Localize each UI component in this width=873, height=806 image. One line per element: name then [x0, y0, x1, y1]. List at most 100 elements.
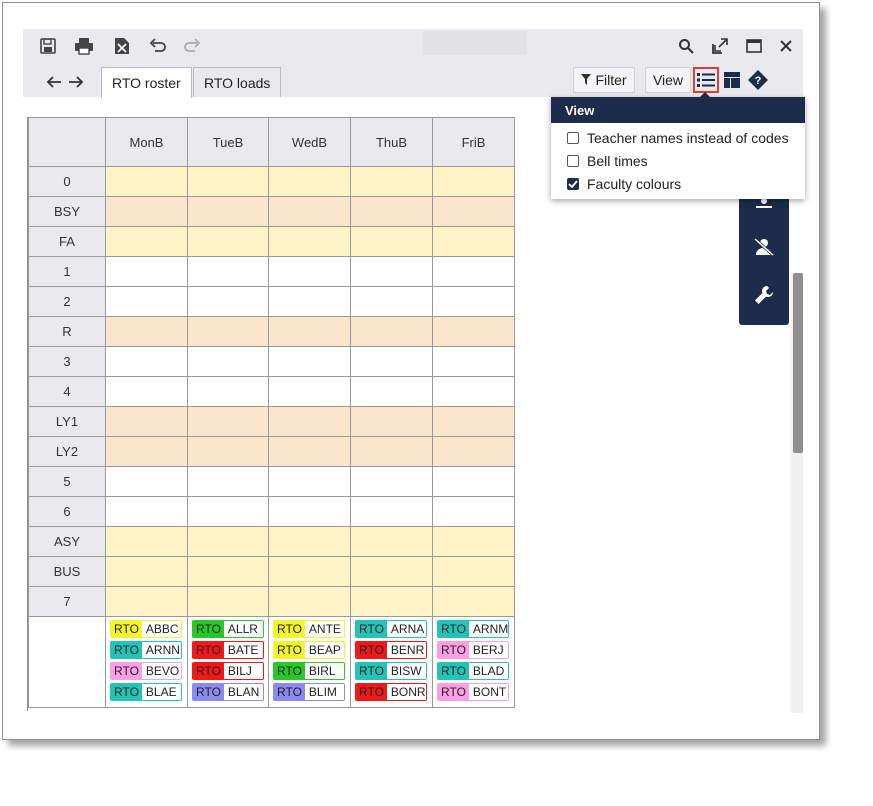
- timetable-cell[interactable]: [350, 166, 433, 197]
- export-icon[interactable]: [111, 35, 133, 57]
- timetable-cell[interactable]: [105, 286, 188, 317]
- timetable-cell[interactable]: [187, 346, 269, 377]
- teacher-chip[interactable]: RTO ARNA: [355, 620, 427, 638]
- layout-icon[interactable]: [719, 67, 745, 93]
- timetable-cell[interactable]: [268, 586, 351, 617]
- list-view-icon[interactable]: [693, 67, 719, 93]
- remove-user-icon[interactable]: [753, 237, 775, 261]
- timetable-cell[interactable]: [105, 256, 188, 287]
- column-header-wedb[interactable]: WedB: [268, 117, 351, 167]
- help-icon[interactable]: ?: [745, 67, 771, 93]
- save-icon[interactable]: [37, 35, 59, 57]
- timetable-cell[interactable]: [105, 376, 188, 407]
- timetable-cell[interactable]: [350, 406, 433, 437]
- print-icon[interactable]: [73, 35, 95, 57]
- timetable-cell[interactable]: [350, 556, 433, 587]
- timetable-cell[interactable]: [187, 436, 269, 467]
- timetable-cell[interactable]: [350, 526, 433, 557]
- timetable-cell[interactable]: [105, 526, 188, 557]
- timetable-cell[interactable]: [105, 586, 188, 617]
- teacher-chip[interactable]: RTO ANTE: [273, 620, 345, 638]
- teacher-chip[interactable]: RTO ALLR: [192, 620, 264, 638]
- timetable-cell[interactable]: [432, 316, 515, 347]
- forward-arrow-icon[interactable]: [65, 71, 87, 93]
- timetable-cell[interactable]: [350, 376, 433, 407]
- timetable-cell[interactable]: [432, 256, 515, 287]
- column-header-frib[interactable]: FriB: [432, 117, 515, 167]
- teacher-chip[interactable]: RTO BENR: [355, 641, 427, 659]
- view-option-faculty-colours[interactable]: Faculty colours: [551, 172, 805, 195]
- timetable-cell[interactable]: [350, 286, 433, 317]
- timetable-cell[interactable]: [268, 226, 351, 257]
- teacher-chip[interactable]: RTO BEAP: [273, 641, 345, 659]
- teacher-chip[interactable]: RTO BILJ: [192, 662, 264, 680]
- timetable-cell[interactable]: [268, 526, 351, 557]
- teacher-chip[interactable]: RTO ARNM: [437, 620, 509, 638]
- timetable-cell[interactable]: [268, 436, 351, 467]
- view-button[interactable]: View: [645, 67, 691, 93]
- timetable-cell[interactable]: [350, 316, 433, 347]
- column-header-monb[interactable]: MonB: [105, 117, 188, 167]
- timetable-cell[interactable]: [268, 556, 351, 587]
- column-header-tueb[interactable]: TueB: [187, 117, 269, 167]
- timetable-cell[interactable]: [187, 316, 269, 347]
- tab-rto-roster[interactable]: RTO roster: [101, 67, 192, 98]
- timetable-cell[interactable]: [105, 556, 188, 587]
- teacher-chip[interactable]: RTO BONR: [355, 683, 427, 701]
- timetable-cell[interactable]: [187, 226, 269, 257]
- wrench-icon[interactable]: [754, 285, 774, 309]
- timetable-cell[interactable]: [350, 436, 433, 467]
- teacher-chip[interactable]: RTO BLIM: [273, 683, 345, 701]
- filter-button[interactable]: Filter: [573, 67, 635, 93]
- timetable-cell[interactable]: [268, 256, 351, 287]
- timetable-cell[interactable]: [105, 346, 188, 377]
- timetable-cell[interactable]: [187, 556, 269, 587]
- timetable-cell[interactable]: [105, 496, 188, 527]
- timetable-cell[interactable]: [432, 166, 515, 197]
- timetable-cell[interactable]: [432, 406, 515, 437]
- undo-icon[interactable]: [147, 35, 169, 57]
- timetable-cell[interactable]: [350, 346, 433, 377]
- teacher-chip[interactable]: RTO BLAE: [110, 683, 182, 701]
- timetable-cell[interactable]: [187, 406, 269, 437]
- view-option-bell-times[interactable]: Bell times: [551, 149, 805, 172]
- view-option-teacher-names-instead-of-codes[interactable]: Teacher names instead of codes: [551, 126, 805, 149]
- teacher-chip[interactable]: RTO BONT: [437, 683, 509, 701]
- redo-icon[interactable]: [181, 35, 203, 57]
- timetable-cell[interactable]: [105, 316, 188, 347]
- back-arrow-icon[interactable]: [43, 71, 65, 93]
- tab-rto-loads[interactable]: RTO loads: [193, 67, 282, 97]
- scrollbar-thumb[interactable]: [793, 273, 803, 453]
- timetable-cell[interactable]: [268, 316, 351, 347]
- teacher-chip[interactable]: RTO BISW: [355, 662, 427, 680]
- timetable-cell[interactable]: [105, 226, 188, 257]
- timetable-cell[interactable]: [432, 586, 515, 617]
- teacher-chip[interactable]: RTO BEVO: [110, 662, 182, 680]
- timetable-cell[interactable]: [105, 196, 188, 227]
- timetable-cell[interactable]: [187, 586, 269, 617]
- timetable-cell[interactable]: [432, 436, 515, 467]
- teacher-chip[interactable]: RTO ABBC: [110, 620, 182, 638]
- maximize-icon[interactable]: [743, 35, 765, 57]
- timetable-cell[interactable]: [187, 256, 269, 287]
- teacher-chip[interactable]: RTO BERJ: [437, 641, 509, 659]
- checkbox[interactable]: [567, 131, 579, 144]
- timetable-cell[interactable]: [350, 196, 433, 227]
- checkbox[interactable]: [567, 154, 579, 167]
- timetable-cell[interactable]: [432, 226, 515, 257]
- timetable-cell[interactable]: [268, 286, 351, 317]
- timetable-cell[interactable]: [187, 196, 269, 227]
- timetable-cell[interactable]: [432, 196, 515, 227]
- timetable-cell[interactable]: [432, 496, 515, 527]
- timetable-cell[interactable]: [268, 496, 351, 527]
- column-header-thub[interactable]: ThuB: [350, 117, 433, 167]
- timetable-cell[interactable]: [432, 376, 515, 407]
- timetable-cell[interactable]: [432, 286, 515, 317]
- minimize-to-tray-icon[interactable]: [709, 35, 731, 57]
- close-icon[interactable]: [775, 35, 797, 57]
- teacher-chip[interactable]: RTO ARNN: [110, 641, 182, 659]
- timetable-cell[interactable]: [187, 286, 269, 317]
- timetable-cell[interactable]: [432, 526, 515, 557]
- timetable-cell[interactable]: [268, 196, 351, 227]
- timetable-cell[interactable]: [187, 376, 269, 407]
